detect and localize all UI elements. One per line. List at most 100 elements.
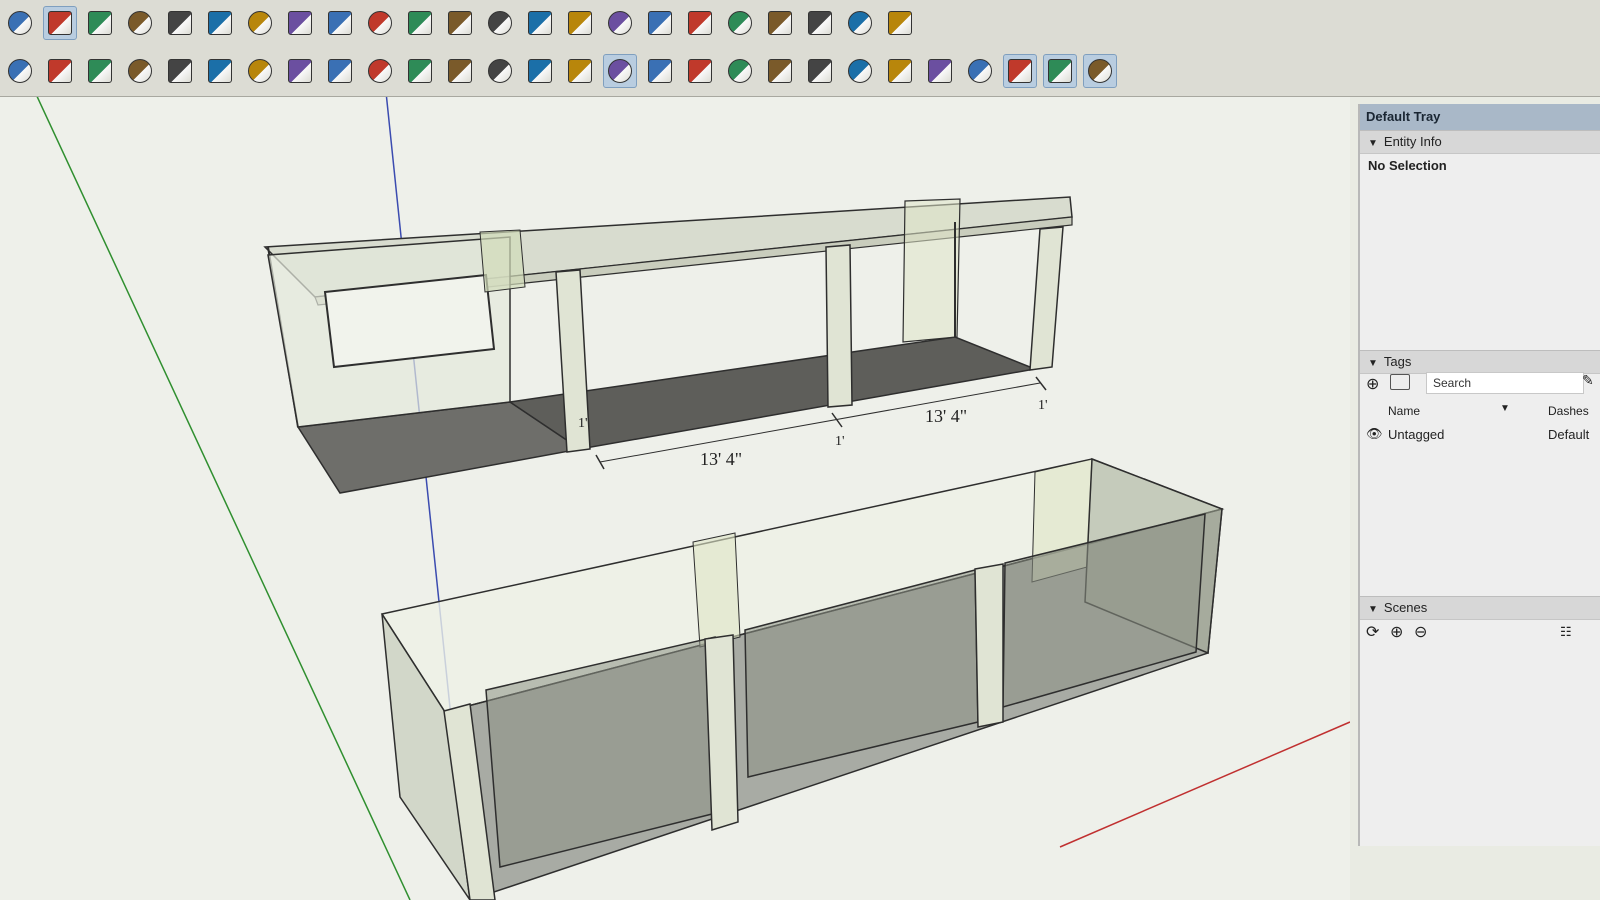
drape-icon[interactable] <box>803 6 837 40</box>
tape-measure-tool[interactable] <box>363 54 397 88</box>
offset-glyph-icon <box>328 59 352 83</box>
freehand-tool[interactable] <box>83 54 117 88</box>
tag-row-untagged[interactable]: 👁 Untagged Default <box>1360 424 1594 446</box>
orbit-tool[interactable] <box>603 54 637 88</box>
solid-intersect-icon-glyph-icon <box>448 11 472 35</box>
stamp-icon[interactable] <box>763 6 797 40</box>
glass-strip-1 <box>479 229 526 293</box>
lower-column-2 <box>974 563 1004 728</box>
entity-info-header[interactable]: ▼ Entity Info <box>1360 130 1600 154</box>
smoove-icon[interactable] <box>723 6 757 40</box>
line-glyph-icon <box>8 59 32 83</box>
house-icon[interactable] <box>163 6 197 40</box>
follow-me-tool[interactable] <box>243 54 277 88</box>
tray-title: Default Tray <box>1360 104 1600 130</box>
building-icon-glyph-icon <box>288 11 312 35</box>
add-tag-icon[interactable]: ⊕ <box>1366 374 1379 394</box>
red-axis-line <box>1059 721 1350 848</box>
chevron-down-icon[interactable]: ▼ <box>1500 403 1510 414</box>
toolbar-row-1 <box>0 0 920 46</box>
select-tool[interactable] <box>3 6 37 40</box>
solid-trim-icon[interactable] <box>523 6 557 40</box>
arc-tool[interactable] <box>43 54 77 88</box>
solid-intersect-icon[interactable] <box>443 6 477 40</box>
display-section-cuts-tool[interactable] <box>1043 54 1077 88</box>
zoom-extents-glyph-icon <box>768 59 792 83</box>
position-camera-tool[interactable] <box>843 54 877 88</box>
zoom-tool[interactable] <box>683 54 717 88</box>
door-icon[interactable] <box>203 6 237 40</box>
scene-options-icon[interactable]: ☷ <box>1560 624 1572 640</box>
push-box-tool[interactable] <box>123 6 157 40</box>
modeling-viewport[interactable]: 13' 4" 13' 4" 1' 1' 1' <box>0 97 1350 900</box>
select-glyph-icon <box>8 11 32 35</box>
tags-search-input[interactable]: Search <box>1426 372 1584 394</box>
section-plane-tool[interactable] <box>963 54 997 88</box>
walk-tool[interactable] <box>923 54 957 88</box>
smoove-icon-glyph-icon <box>728 11 752 35</box>
paint-bucket-tool[interactable] <box>43 6 77 40</box>
solid-union-icon[interactable] <box>403 6 437 40</box>
flip-edge-icon[interactable] <box>883 6 917 40</box>
stamp-icon-glyph-icon <box>768 11 792 35</box>
line-tool[interactable] <box>3 54 37 88</box>
push-box-glyph-icon <box>128 11 152 35</box>
position-camera-glyph-icon <box>848 59 872 83</box>
dimension-label-3: 1' <box>578 416 588 431</box>
sandbox-grid-icon[interactable] <box>683 6 717 40</box>
text-tool[interactable] <box>483 54 517 88</box>
display-section-fill-tool[interactable] <box>1083 54 1117 88</box>
building-icon[interactable] <box>283 6 317 40</box>
toolbars <box>0 0 1600 97</box>
collapse-triangle-icon: ▼ <box>1368 138 1378 149</box>
previous-view-tool[interactable] <box>803 54 837 88</box>
pan-tool[interactable] <box>643 54 677 88</box>
refresh-scenes-icon[interactable]: ⟳ <box>1366 622 1379 642</box>
tags-header[interactable]: ▼ Tags <box>1360 350 1600 374</box>
add-scene-icon[interactable]: ⊕ <box>1390 622 1403 642</box>
tags-col-dashes[interactable]: Dashes <box>1548 400 1589 422</box>
entity-info-status: No Selection <box>1368 158 1447 173</box>
scenes-header[interactable]: ▼ Scenes <box>1360 596 1600 620</box>
zoom-extents-tool[interactable] <box>763 54 797 88</box>
column-3 <box>1029 226 1064 371</box>
dimension-glyph-icon <box>408 59 432 83</box>
display-section-planes-tool[interactable] <box>1003 54 1037 88</box>
pencil-icon[interactable]: ✎ <box>1582 372 1594 389</box>
dimension-tool[interactable] <box>403 54 437 88</box>
remove-scene-icon[interactable]: ⊖ <box>1414 622 1427 642</box>
tags-col-name[interactable]: Name <box>1388 400 1420 422</box>
add-detail-icon[interactable] <box>843 6 877 40</box>
3d-text-tool[interactable] <box>563 54 597 88</box>
look-around-tool[interactable] <box>883 54 917 88</box>
solid-subtract-icon[interactable] <box>483 6 517 40</box>
move-tool[interactable] <box>123 54 157 88</box>
protractor-glyph-icon <box>448 59 472 83</box>
protractor-tool[interactable] <box>443 54 477 88</box>
scale-tool[interactable] <box>283 54 317 88</box>
outer-shell-icon[interactable] <box>603 6 637 40</box>
add-tag-folder-icon[interactable] <box>1390 374 1410 390</box>
model-canvas[interactable]: 13' 4" 13' 4" 1' 1' 1' <box>0 97 1350 900</box>
solid-split-icon-glyph-icon <box>568 11 592 35</box>
entity-info-label: Entity Info <box>1383 134 1442 149</box>
sandbox-contours-icon[interactable] <box>643 6 677 40</box>
toolbar-row-2 <box>0 48 1120 94</box>
offset-tool[interactable] <box>323 54 357 88</box>
collapse-triangle-icon: ▼ <box>1368 358 1378 369</box>
look-around-glyph-icon <box>888 59 912 83</box>
push-pull-tool[interactable] <box>163 54 197 88</box>
rotate-tool[interactable] <box>203 54 237 88</box>
arc-glyph-icon <box>48 59 72 83</box>
eye-icon[interactable]: 👁 <box>1366 426 1383 442</box>
home-icon[interactable] <box>243 6 277 40</box>
zoom-window-tool[interactable] <box>723 54 757 88</box>
axes-tool[interactable] <box>523 54 557 88</box>
garage-icon[interactable] <box>363 6 397 40</box>
solid-subtract-icon-glyph-icon <box>488 11 512 35</box>
flip-edge-icon-glyph-icon <box>888 11 912 35</box>
house-outline-icon[interactable] <box>323 6 357 40</box>
text-glyph-icon <box>488 59 512 83</box>
layers-tool[interactable] <box>83 6 117 40</box>
solid-split-icon[interactable] <box>563 6 597 40</box>
